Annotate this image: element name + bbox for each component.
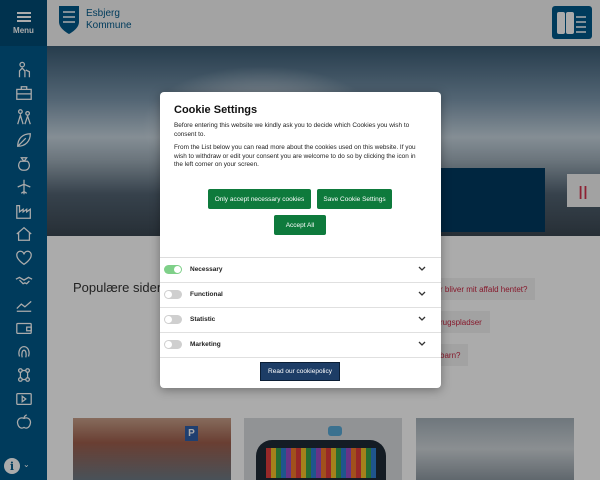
- marketing-toggle[interactable]: [164, 340, 182, 349]
- category-name: Functional: [190, 291, 223, 298]
- cookie-category-list: Necessary Functional Statistic Marketing: [160, 257, 441, 358]
- accept-necessary-button[interactable]: Only accept necessary cookies: [208, 189, 311, 209]
- category-name: Marketing: [190, 341, 221, 348]
- functional-toggle[interactable]: [164, 290, 182, 299]
- necessary-toggle[interactable]: [164, 265, 182, 274]
- cookie-category-functional[interactable]: Functional: [160, 283, 441, 308]
- chevron-down-icon[interactable]: [417, 339, 427, 349]
- category-name: Statistic: [190, 316, 216, 323]
- cookie-category-necessary[interactable]: Necessary: [160, 258, 441, 283]
- dialog-info-text: From the List below you can read more ab…: [174, 144, 416, 168]
- chevron-down-icon[interactable]: [417, 264, 427, 274]
- cookie-category-statistic[interactable]: Statistic: [160, 308, 441, 333]
- accept-all-button[interactable]: Accept All: [274, 215, 326, 235]
- cookie-policy-button[interactable]: Read our cookiepolicy: [260, 362, 340, 381]
- statistic-toggle[interactable]: [164, 315, 182, 324]
- chevron-down-icon[interactable]: [417, 314, 427, 324]
- dialog-title: Cookie Settings: [174, 104, 258, 116]
- chevron-down-icon[interactable]: [417, 289, 427, 299]
- cookie-settings-dialog: Cookie Settings Before entering this web…: [160, 92, 441, 388]
- save-settings-button[interactable]: Save Cookie Settings: [317, 189, 392, 209]
- dialog-intro-text: Before entering this website we kindly a…: [174, 122, 410, 138]
- category-name: Necessary: [190, 266, 223, 273]
- cookie-category-marketing[interactable]: Marketing: [160, 333, 441, 358]
